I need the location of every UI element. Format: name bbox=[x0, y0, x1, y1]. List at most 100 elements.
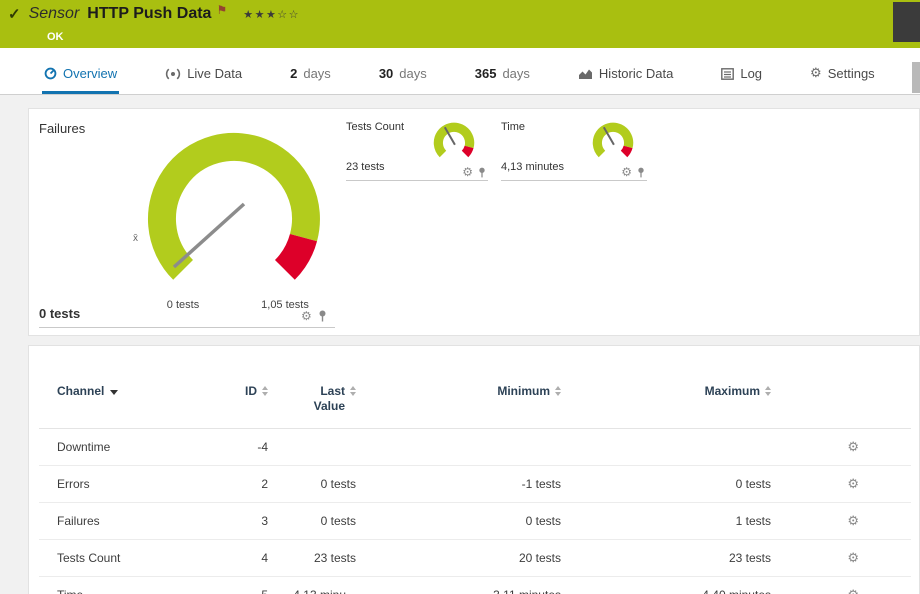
tab-2-days[interactable]: 2 days bbox=[288, 66, 333, 94]
channels-panel: Channel ID Last Value Minimum Maximum bbox=[28, 345, 920, 594]
status-badge: OK bbox=[47, 31, 64, 43]
cell-maximum: 0 tests bbox=[567, 466, 777, 503]
tests-count-mini-gauge: Tests Count 23 tests ⚙ bbox=[346, 117, 488, 181]
cell-last-value: 4,13 minu... bbox=[274, 577, 362, 594]
tab-365-days-label: days bbox=[502, 66, 529, 81]
broadcast-icon bbox=[165, 68, 181, 80]
tab-30-days-label: days bbox=[399, 66, 426, 81]
header-title-row: ✓ Sensor HTTP Push Data ⚑ ★★★☆☆ bbox=[8, 5, 300, 23]
tab-30-days-number: 30 bbox=[379, 66, 393, 81]
column-header-id[interactable]: ID bbox=[209, 374, 274, 429]
cell-id: 5 bbox=[209, 577, 274, 594]
gauge-arc-red bbox=[285, 238, 304, 270]
channel-settings-gear-icon[interactable]: ⚙ bbox=[847, 439, 859, 454]
cell-channel: Failures bbox=[39, 503, 209, 540]
sensor-page: ✓ Sensor HTTP Push Data ⚑ ★★★☆☆ OK Overv… bbox=[0, 0, 920, 594]
tab-historic-data[interactable]: Historic Data bbox=[576, 66, 675, 94]
column-header-last-value[interactable]: Last Value bbox=[274, 374, 362, 429]
cell-id: -4 bbox=[209, 429, 274, 466]
cell-channel: Downtime bbox=[39, 429, 209, 466]
cell-last-value bbox=[274, 429, 362, 466]
failures-gauge-divider bbox=[39, 327, 335, 328]
tab-log[interactable]: Log bbox=[719, 66, 764, 94]
cell-channel: Time bbox=[39, 577, 209, 594]
sensor-title: HTTP Push Data bbox=[87, 5, 211, 23]
tab-overview-label: Overview bbox=[63, 66, 117, 81]
time-value: 4,13 minutes bbox=[501, 161, 564, 173]
tabs-overflow-edge[interactable] bbox=[912, 62, 920, 93]
sensor-kind-label: Sensor bbox=[29, 5, 80, 23]
tab-30-days[interactable]: 30 days bbox=[377, 66, 429, 94]
column-header-actions bbox=[777, 374, 911, 429]
cell-channel: Errors bbox=[39, 466, 209, 503]
tab-overview[interactable]: Overview bbox=[42, 66, 119, 94]
sort-desc-icon bbox=[110, 390, 118, 395]
gauge-scale-min: 0 tests bbox=[143, 299, 223, 311]
overview-gauge-icon bbox=[44, 67, 57, 80]
tab-settings[interactable]: ⚙ Settings bbox=[808, 65, 877, 94]
status-check-icon: ✓ bbox=[8, 5, 21, 23]
column-header-minimum[interactable]: Minimum bbox=[362, 374, 567, 429]
pin-icon[interactable] bbox=[318, 310, 327, 322]
cell-minimum: 3,11 minutes bbox=[362, 577, 567, 594]
tab-live-data[interactable]: Live Data bbox=[163, 66, 244, 94]
time-gauge bbox=[585, 119, 641, 165]
tab-365-days[interactable]: 365 days bbox=[473, 66, 532, 94]
gauges-panel: Failures x̄ 0 tests 1,05 tests 0 tests ⚙… bbox=[28, 108, 920, 336]
cell-id: 3 bbox=[209, 503, 274, 540]
cell-id: 4 bbox=[209, 540, 274, 577]
tests-count-actions: ⚙ bbox=[462, 166, 486, 178]
table-row-failures: Failures 3 0 tests 0 tests 1 tests ⚙ bbox=[39, 503, 911, 540]
cell-maximum: 23 tests bbox=[567, 540, 777, 577]
cell-minimum bbox=[362, 429, 567, 466]
sort-icon bbox=[765, 386, 771, 396]
header-menu-button[interactable] bbox=[893, 2, 920, 42]
table-row-downtime: Downtime -4 ⚙ bbox=[39, 429, 911, 466]
tests-count-gauge bbox=[426, 119, 482, 165]
sort-icon bbox=[555, 386, 561, 396]
channel-settings-gear-icon[interactable]: ⚙ bbox=[847, 550, 859, 565]
channel-settings-gear-icon[interactable]: ⚙ bbox=[847, 513, 859, 528]
tests-count-value: 23 tests bbox=[346, 161, 385, 173]
column-header-maximum[interactable]: Maximum bbox=[567, 374, 777, 429]
channel-settings-gear-icon[interactable]: ⚙ bbox=[847, 476, 859, 491]
channels-table: Channel ID Last Value Minimum Maximum bbox=[39, 374, 911, 594]
log-list-icon bbox=[721, 68, 734, 80]
settings-gear-icon: ⚙ bbox=[810, 65, 822, 81]
cell-id: 2 bbox=[209, 466, 274, 503]
failures-gauge-actions: ⚙ bbox=[301, 310, 327, 322]
cell-maximum: 1 tests bbox=[567, 503, 777, 540]
cell-minimum: 0 tests bbox=[362, 503, 567, 540]
cell-minimum: 20 tests bbox=[362, 540, 567, 577]
tab-live-data-label: Live Data bbox=[187, 66, 242, 81]
tab-log-label: Log bbox=[740, 66, 762, 81]
tab-2-days-label: days bbox=[303, 66, 330, 81]
pin-icon[interactable] bbox=[637, 167, 645, 178]
channel-settings-gear-icon[interactable]: ⚙ bbox=[847, 587, 859, 594]
gauge-mean-marker: x̄ bbox=[133, 233, 138, 244]
star-rating[interactable]: ★★★☆☆ bbox=[243, 8, 300, 21]
gear-icon[interactable]: ⚙ bbox=[462, 166, 473, 178]
sort-icon bbox=[262, 386, 268, 396]
failures-gauge bbox=[129, 119, 339, 309]
gauge-needle bbox=[174, 204, 244, 267]
failures-gauge-title: Failures bbox=[39, 121, 85, 136]
cell-channel: Tests Count bbox=[39, 540, 209, 577]
table-header-row: Channel ID Last Value Minimum Maximum bbox=[39, 374, 911, 429]
gear-icon[interactable]: ⚙ bbox=[621, 166, 632, 178]
tab-historic-data-label: Historic Data bbox=[599, 66, 673, 81]
table-row-errors: Errors 2 0 tests -1 tests 0 tests ⚙ bbox=[39, 466, 911, 503]
priority-flag-icon[interactable]: ⚑ bbox=[216, 3, 227, 17]
failures-current-value: 0 tests bbox=[39, 306, 80, 321]
tab-bar: Overview Live Data 2 days 30 days 365 da… bbox=[0, 48, 920, 95]
time-actions: ⚙ bbox=[621, 166, 645, 178]
cell-last-value: 0 tests bbox=[274, 466, 362, 503]
cell-maximum: 4,40 minutes bbox=[567, 577, 777, 594]
tab-settings-label: Settings bbox=[828, 66, 875, 81]
sort-icon bbox=[350, 386, 356, 396]
pin-icon[interactable] bbox=[478, 167, 486, 178]
gear-icon[interactable]: ⚙ bbox=[301, 310, 312, 322]
table-row-time: Time 5 4,13 minu... 3,11 minutes 4,40 mi… bbox=[39, 577, 911, 594]
column-header-channel[interactable]: Channel bbox=[39, 374, 209, 429]
historic-chart-icon bbox=[578, 68, 593, 80]
